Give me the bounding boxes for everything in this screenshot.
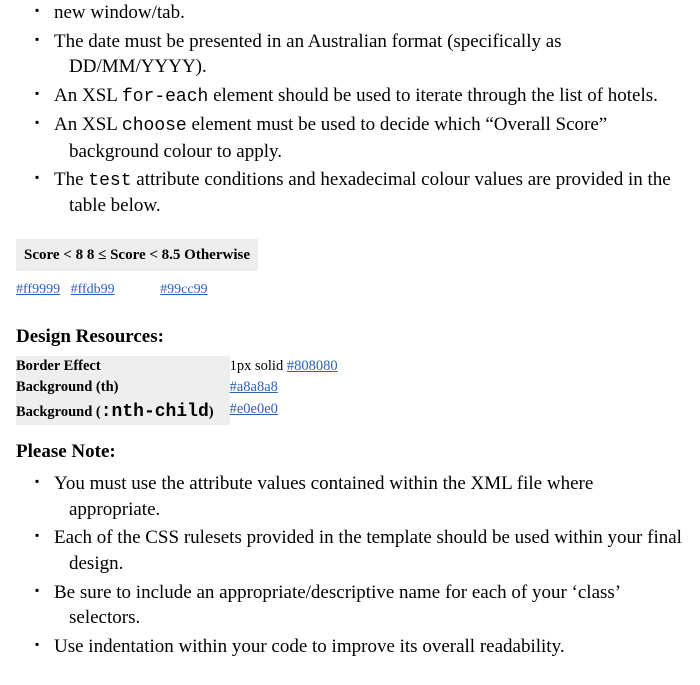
list-item: Be sure to include an appropriate/descri… bbox=[31, 580, 684, 631]
requirements-list: new window/tab. The date must be present… bbox=[16, 0, 684, 219]
design-value: #e0e0e0 bbox=[230, 399, 342, 425]
text: An XSL bbox=[54, 85, 122, 106]
code: for-each bbox=[122, 87, 208, 107]
design-label: Background (th) bbox=[16, 377, 230, 399]
text: new window/tab. bbox=[54, 2, 185, 23]
text: attribute conditions and hexadecimal col… bbox=[69, 169, 671, 216]
color-link[interactable]: #e0e0e0 bbox=[230, 401, 278, 417]
code: test bbox=[88, 171, 131, 191]
score-color-row: #ff9999 #ffdb99 #99cc99 bbox=[16, 277, 684, 310]
text: element should be used to iterate throug… bbox=[208, 85, 658, 106]
table-row: Border Effect 1px solid #808080 bbox=[16, 356, 342, 378]
design-resources-table: Border Effect 1px solid #808080 Backgrou… bbox=[16, 356, 342, 425]
table-row: Background (:nth-child) #e0e0e0 bbox=[16, 399, 342, 425]
list-item: Each of the CSS rulesets provided in the… bbox=[31, 525, 684, 576]
list-item: Use indentation within your code to impr… bbox=[31, 634, 684, 660]
text: Be sure to include an appropriate/descri… bbox=[54, 582, 620, 629]
table-row: Background (th) #a8a8a8 bbox=[16, 377, 342, 399]
design-label: Background (:nth-child) bbox=[16, 399, 230, 425]
color-link-1[interactable]: #ff9999 bbox=[16, 282, 60, 297]
list-item: The date must be presented in an Austral… bbox=[31, 29, 684, 80]
color-link[interactable]: #808080 bbox=[287, 358, 338, 374]
text: You must use the attribute values contai… bbox=[54, 473, 593, 520]
list-item: You must use the attribute values contai… bbox=[31, 471, 684, 522]
color-link-2[interactable]: #ffdb99 bbox=[71, 282, 115, 297]
code: choose bbox=[122, 116, 187, 136]
text: The date must be presented in an Austral… bbox=[54, 31, 562, 78]
text: An XSL bbox=[54, 114, 122, 135]
list-item: An XSL choose element must be used to de… bbox=[31, 112, 684, 164]
notes-list: You must use the attribute values contai… bbox=[16, 471, 684, 659]
design-value: 1px solid #808080 bbox=[230, 356, 342, 378]
text: The bbox=[54, 169, 88, 190]
list-item: new window/tab. bbox=[31, 0, 684, 26]
design-value: #a8a8a8 bbox=[230, 377, 342, 399]
list-item: The test attribute conditions and hexade… bbox=[31, 167, 684, 219]
design-label: Border Effect bbox=[16, 356, 230, 378]
text: Use indentation within your code to impr… bbox=[54, 636, 565, 657]
score-conditions-header: Score < 8 8 ≤ Score < 8.5 Otherwise bbox=[16, 239, 258, 271]
list-item: An XSL for-each element should be used t… bbox=[31, 83, 684, 109]
design-resources-heading: Design Resources: bbox=[16, 324, 684, 350]
please-note-heading: Please Note: bbox=[16, 439, 684, 465]
color-link[interactable]: #a8a8a8 bbox=[230, 379, 278, 395]
color-link-3[interactable]: #99cc99 bbox=[160, 282, 207, 297]
text: Each of the CSS rulesets provided in the… bbox=[54, 527, 682, 574]
